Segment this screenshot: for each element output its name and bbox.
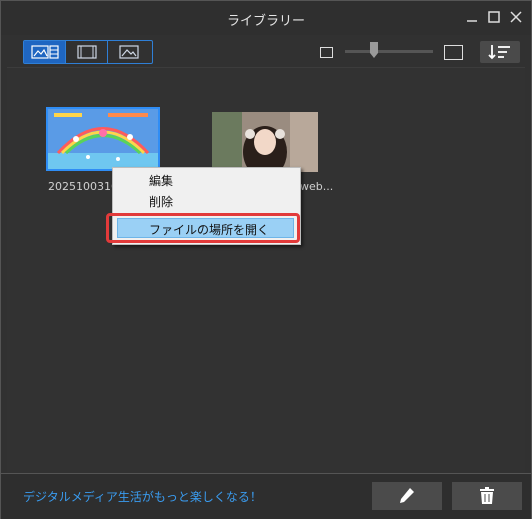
trash-icon	[480, 487, 494, 504]
promo-link[interactable]: デジタルメディア生活がもっと楽しくなる！	[23, 488, 262, 505]
slider-handle[interactable]	[370, 42, 378, 58]
window-title: ライブラリー	[226, 14, 305, 29]
media-caption: web...	[300, 180, 334, 193]
view-mode-group	[23, 40, 153, 64]
media-thumbnail[interactable]	[212, 112, 318, 172]
grid-thumbnail-icon	[30, 45, 59, 59]
minimize-icon[interactable]	[464, 9, 480, 25]
small-thumbnail-icon[interactable]	[320, 47, 333, 58]
edit-button[interactable]	[372, 482, 442, 510]
menu-item-delete[interactable]: 削除	[149, 193, 173, 210]
media-thumbnail[interactable]	[46, 107, 160, 171]
delete-button[interactable]	[452, 482, 522, 510]
pencil-icon	[400, 488, 414, 503]
toolbar	[1, 35, 531, 67]
film-icon	[76, 45, 97, 59]
menu-item-edit[interactable]: 編集	[149, 172, 173, 189]
library-grid: 20251003164 web...	[7, 67, 525, 474]
view-all-button[interactable]	[24, 41, 66, 63]
close-icon[interactable]	[508, 9, 524, 25]
view-video-button[interactable]	[66, 41, 108, 63]
portrait-thumbnail	[212, 112, 318, 172]
maximize-icon[interactable]	[486, 9, 502, 25]
view-image-button[interactable]	[108, 41, 150, 63]
sort-icon	[488, 45, 510, 60]
footer: デジタルメディア生活がもっと楽しくなる！	[1, 473, 531, 519]
highlight-annotation	[106, 213, 300, 243]
large-thumbnail-icon[interactable]	[444, 45, 463, 60]
library-window: ライブラリー 20251003164 web... 編集 削除 ファイルの場所を…	[0, 0, 532, 519]
title-bar: ライブラリー	[1, 1, 531, 35]
thumbnail-size-slider[interactable]	[345, 50, 433, 53]
sort-button[interactable]	[480, 41, 520, 63]
image-icon	[119, 45, 139, 59]
game-thumbnail	[48, 109, 158, 169]
